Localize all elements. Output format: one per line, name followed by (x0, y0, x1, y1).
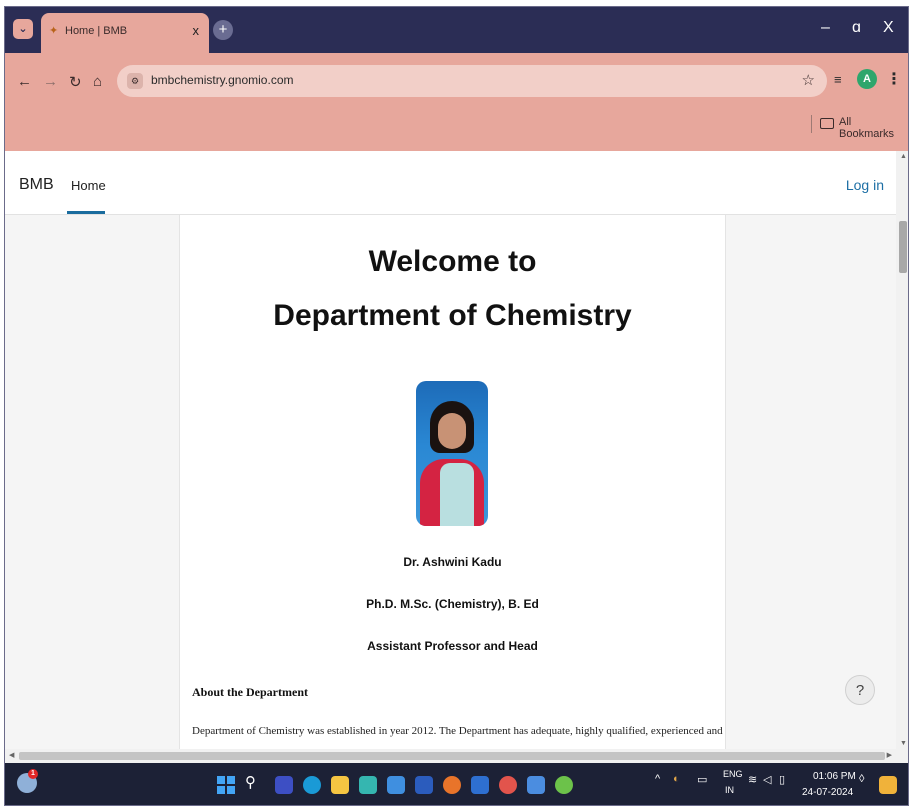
browser-tab-active[interactable]: ✦ Home | BMB x (41, 13, 209, 53)
nav-home-link[interactable]: Home (71, 178, 106, 193)
help-button[interactable]: ? (845, 675, 875, 705)
horizontal-scroll-thumb[interactable] (19, 752, 885, 760)
copilot-icon[interactable] (879, 776, 897, 794)
windows-taskbar: 1 ⚲ ^ ◐ ▭ ENG IN ≋ ◁ ▯ 01:06 PM 24-07-20… (5, 763, 908, 805)
media-app-icon[interactable] (443, 776, 461, 794)
notification-badge: 1 (28, 769, 38, 779)
forward-arrow-icon[interactable]: → (43, 73, 58, 90)
tab-search-button[interactable]: ⌄ (13, 19, 33, 39)
site-favicon-icon: ✦ (49, 25, 59, 37)
person-name: Dr. Ashwini Kadu (403, 555, 502, 569)
tray-app-icon[interactable]: ◐ (673, 773, 680, 785)
department-heading: Department of Chemistry (273, 299, 632, 332)
clock-time[interactable]: 01:06 PM (813, 771, 856, 782)
clock-date[interactable]: 24-07-2024 (802, 787, 853, 798)
bookmarks-separator (811, 115, 812, 133)
keyboard-icon[interactable]: ▭ (697, 773, 707, 786)
language-indicator[interactable]: ENG (723, 769, 743, 779)
tab-bar: ⌄ ✦ Home | BMB x + – ɑ X (5, 7, 908, 53)
app-icon[interactable] (471, 776, 489, 794)
home-icon[interactable]: ⌂ (93, 73, 102, 90)
meet-app-icon[interactable] (275, 776, 293, 794)
file-explorer-icon[interactable] (331, 776, 349, 794)
chrome-browser-icon[interactable] (555, 776, 573, 794)
site-brand[interactable]: BMB (19, 176, 54, 194)
about-heading: About the Department (192, 685, 308, 699)
vertical-scrollbar[interactable]: ▲ ▼ (896, 151, 908, 749)
site-info-icon[interactable]: ⚙ (127, 73, 143, 89)
photos-app-icon[interactable] (499, 776, 517, 794)
all-bookmarks-link[interactable]: All Bookmarks (839, 116, 908, 140)
volume-icon[interactable]: ◁ (763, 773, 771, 786)
battery-icon[interactable]: ▯ (779, 773, 785, 786)
start-menu-icon[interactable] (217, 776, 235, 794)
taskbar-search-icon[interactable]: ⚲ (245, 773, 263, 791)
qualifications: Ph.D. M.Sc. (Chemistry), B. Ed (366, 597, 539, 611)
region-indicator[interactable]: IN (725, 785, 734, 795)
address-bar[interactable]: ⚙ bmbchemistry.gnomio.com ☆ (117, 65, 827, 97)
app-icon[interactable] (527, 776, 545, 794)
notification-bell-icon[interactable]: ◊ (859, 773, 864, 785)
reading-list-icon[interactable]: ≡ (834, 72, 842, 87)
welcome-heading: Welcome to (368, 245, 537, 278)
back-arrow-icon[interactable]: ← (17, 73, 32, 90)
main-content: Welcome to Department of Chemistry Dr. A… (179, 215, 726, 749)
new-tab-button[interactable]: + (213, 20, 233, 40)
horizontal-scrollbar[interactable]: ◀ ▶ (5, 749, 908, 763)
reload-icon[interactable]: ↻ (69, 73, 82, 91)
scroll-down-icon[interactable]: ▼ (900, 740, 907, 747)
store-app-icon[interactable] (359, 776, 377, 794)
word-app-icon[interactable] (415, 776, 433, 794)
nav-active-indicator (67, 211, 105, 214)
edge-browser-icon[interactable] (303, 776, 321, 794)
restore-button[interactable]: ɑ (852, 19, 861, 37)
minimize-button[interactable]: – (821, 19, 830, 37)
profile-avatar[interactable]: A (857, 69, 877, 89)
bookmark-star-icon[interactable]: ☆ (802, 71, 815, 89)
scroll-up-icon[interactable]: ▲ (900, 153, 907, 160)
scroll-right-icon[interactable]: ▶ (887, 751, 892, 759)
tab-title: Home | BMB (65, 25, 128, 37)
mail-app-icon[interactable] (387, 776, 405, 794)
browser-menu-icon[interactable]: ⋮ (886, 69, 902, 89)
designation: Assistant Professor and Head (367, 639, 538, 653)
vertical-scroll-thumb[interactable] (899, 221, 907, 273)
url-text[interactable]: bmbchemistry.gnomio.com (151, 73, 294, 87)
login-link[interactable]: Log in (846, 177, 884, 193)
tab-close-icon[interactable]: x (193, 23, 200, 38)
scroll-left-icon[interactable]: ◀ (9, 751, 14, 759)
close-window-button[interactable]: X (883, 19, 894, 37)
folder-icon (820, 118, 834, 129)
browser-window: ⌄ ✦ Home | BMB x + – ɑ X ← → ↻ ⌂ ⚙ bmbch… (4, 6, 909, 806)
wifi-icon[interactable]: ≋ (748, 773, 757, 786)
site-navbar: BMB Home Log in (5, 151, 896, 215)
about-paragraph: Department of Chemistry was established … (192, 725, 723, 737)
browser-toolbar: ← → ↻ ⌂ ⚙ bmbchemistry.gnomio.com ☆ ≡ A … (5, 53, 908, 151)
profile-photo (416, 381, 488, 526)
tray-overflow-icon[interactable]: ^ (655, 773, 660, 785)
